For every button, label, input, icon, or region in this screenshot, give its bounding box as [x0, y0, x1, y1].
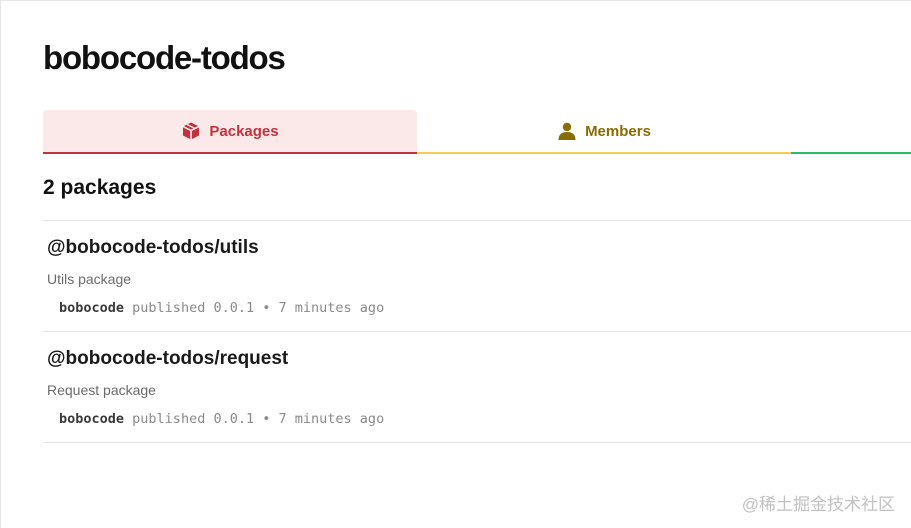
package-list: @bobocode-todos/utils Utils package bobo… — [43, 220, 911, 443]
page-frame: bobocode-todos Packages Members 2 packag… — [0, 0, 911, 528]
user-icon — [557, 121, 585, 141]
packages-count: 2 packages — [43, 176, 157, 199]
list-item: @bobocode-todos/utils Utils package bobo… — [43, 221, 911, 332]
package-icon — [181, 121, 209, 141]
meta-separator: • — [262, 300, 271, 316]
tab-teams-partial[interactable] — [791, 110, 911, 154]
package-description: Utils package — [47, 271, 132, 287]
package-description: Request package — [47, 382, 156, 398]
published-time: 7 minutes ago — [278, 411, 385, 427]
tab-packages[interactable]: Packages — [43, 110, 417, 154]
package-author-link[interactable]: bobocode — [59, 411, 124, 427]
org-tabs: Packages Members — [43, 110, 911, 154]
published-text: published — [132, 411, 206, 427]
package-name-link[interactable]: @bobocode-todos/request — [47, 348, 288, 370]
package-name-link[interactable]: @bobocode-todos/utils — [47, 237, 259, 259]
tab-members[interactable]: Members — [417, 110, 791, 154]
published-text: published — [132, 300, 206, 316]
package-version: 0.0.1 — [213, 300, 255, 316]
package-meta: bobocode published 0.0.1 • 7 minutes ago — [59, 411, 384, 427]
tab-members-label: Members — [585, 122, 651, 140]
package-author-link[interactable]: bobocode — [59, 300, 124, 316]
package-meta: bobocode published 0.0.1 • 7 minutes ago — [59, 300, 384, 316]
tab-packages-label: Packages — [209, 122, 279, 140]
watermark: @稀土掘金技术社区 — [741, 495, 895, 514]
published-time: 7 minutes ago — [278, 300, 385, 316]
org-title: bobocode-todos — [43, 39, 286, 76]
list-item: @bobocode-todos/request Request package … — [43, 332, 911, 443]
package-version: 0.0.1 — [213, 411, 255, 427]
meta-separator: • — [262, 411, 271, 427]
